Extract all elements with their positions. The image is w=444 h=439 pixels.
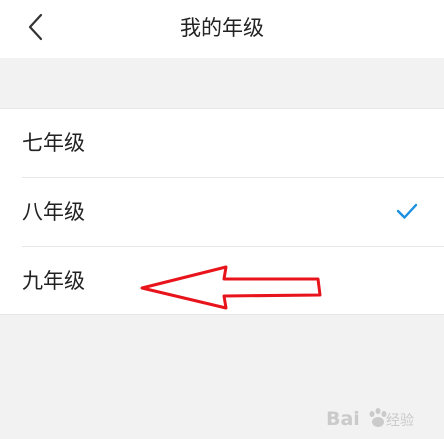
grade-option-label: 七年级 — [22, 131, 85, 155]
baidu-watermark-logo: Bai 经验 — [326, 408, 414, 430]
svg-text:经验: 经验 — [386, 413, 414, 429]
top-bar: 我的年级 — [0, 0, 444, 58]
svg-text:Bai: Bai — [326, 408, 360, 430]
grade-option-label: 八年级 — [22, 200, 85, 224]
grade-option-7[interactable]: 七年级 — [0, 109, 444, 178]
grade-option-8[interactable]: 八年级 — [0, 178, 444, 247]
page-title: 我的年级 — [180, 16, 264, 40]
grade-settings-screen: 我的年级 七年级 八年级 九年级 Bai 经验 — [0, 0, 444, 439]
red-arrow-annotation — [140, 265, 322, 310]
checkmark-icon — [396, 203, 418, 219]
grade-option-label: 九年级 — [22, 269, 85, 293]
